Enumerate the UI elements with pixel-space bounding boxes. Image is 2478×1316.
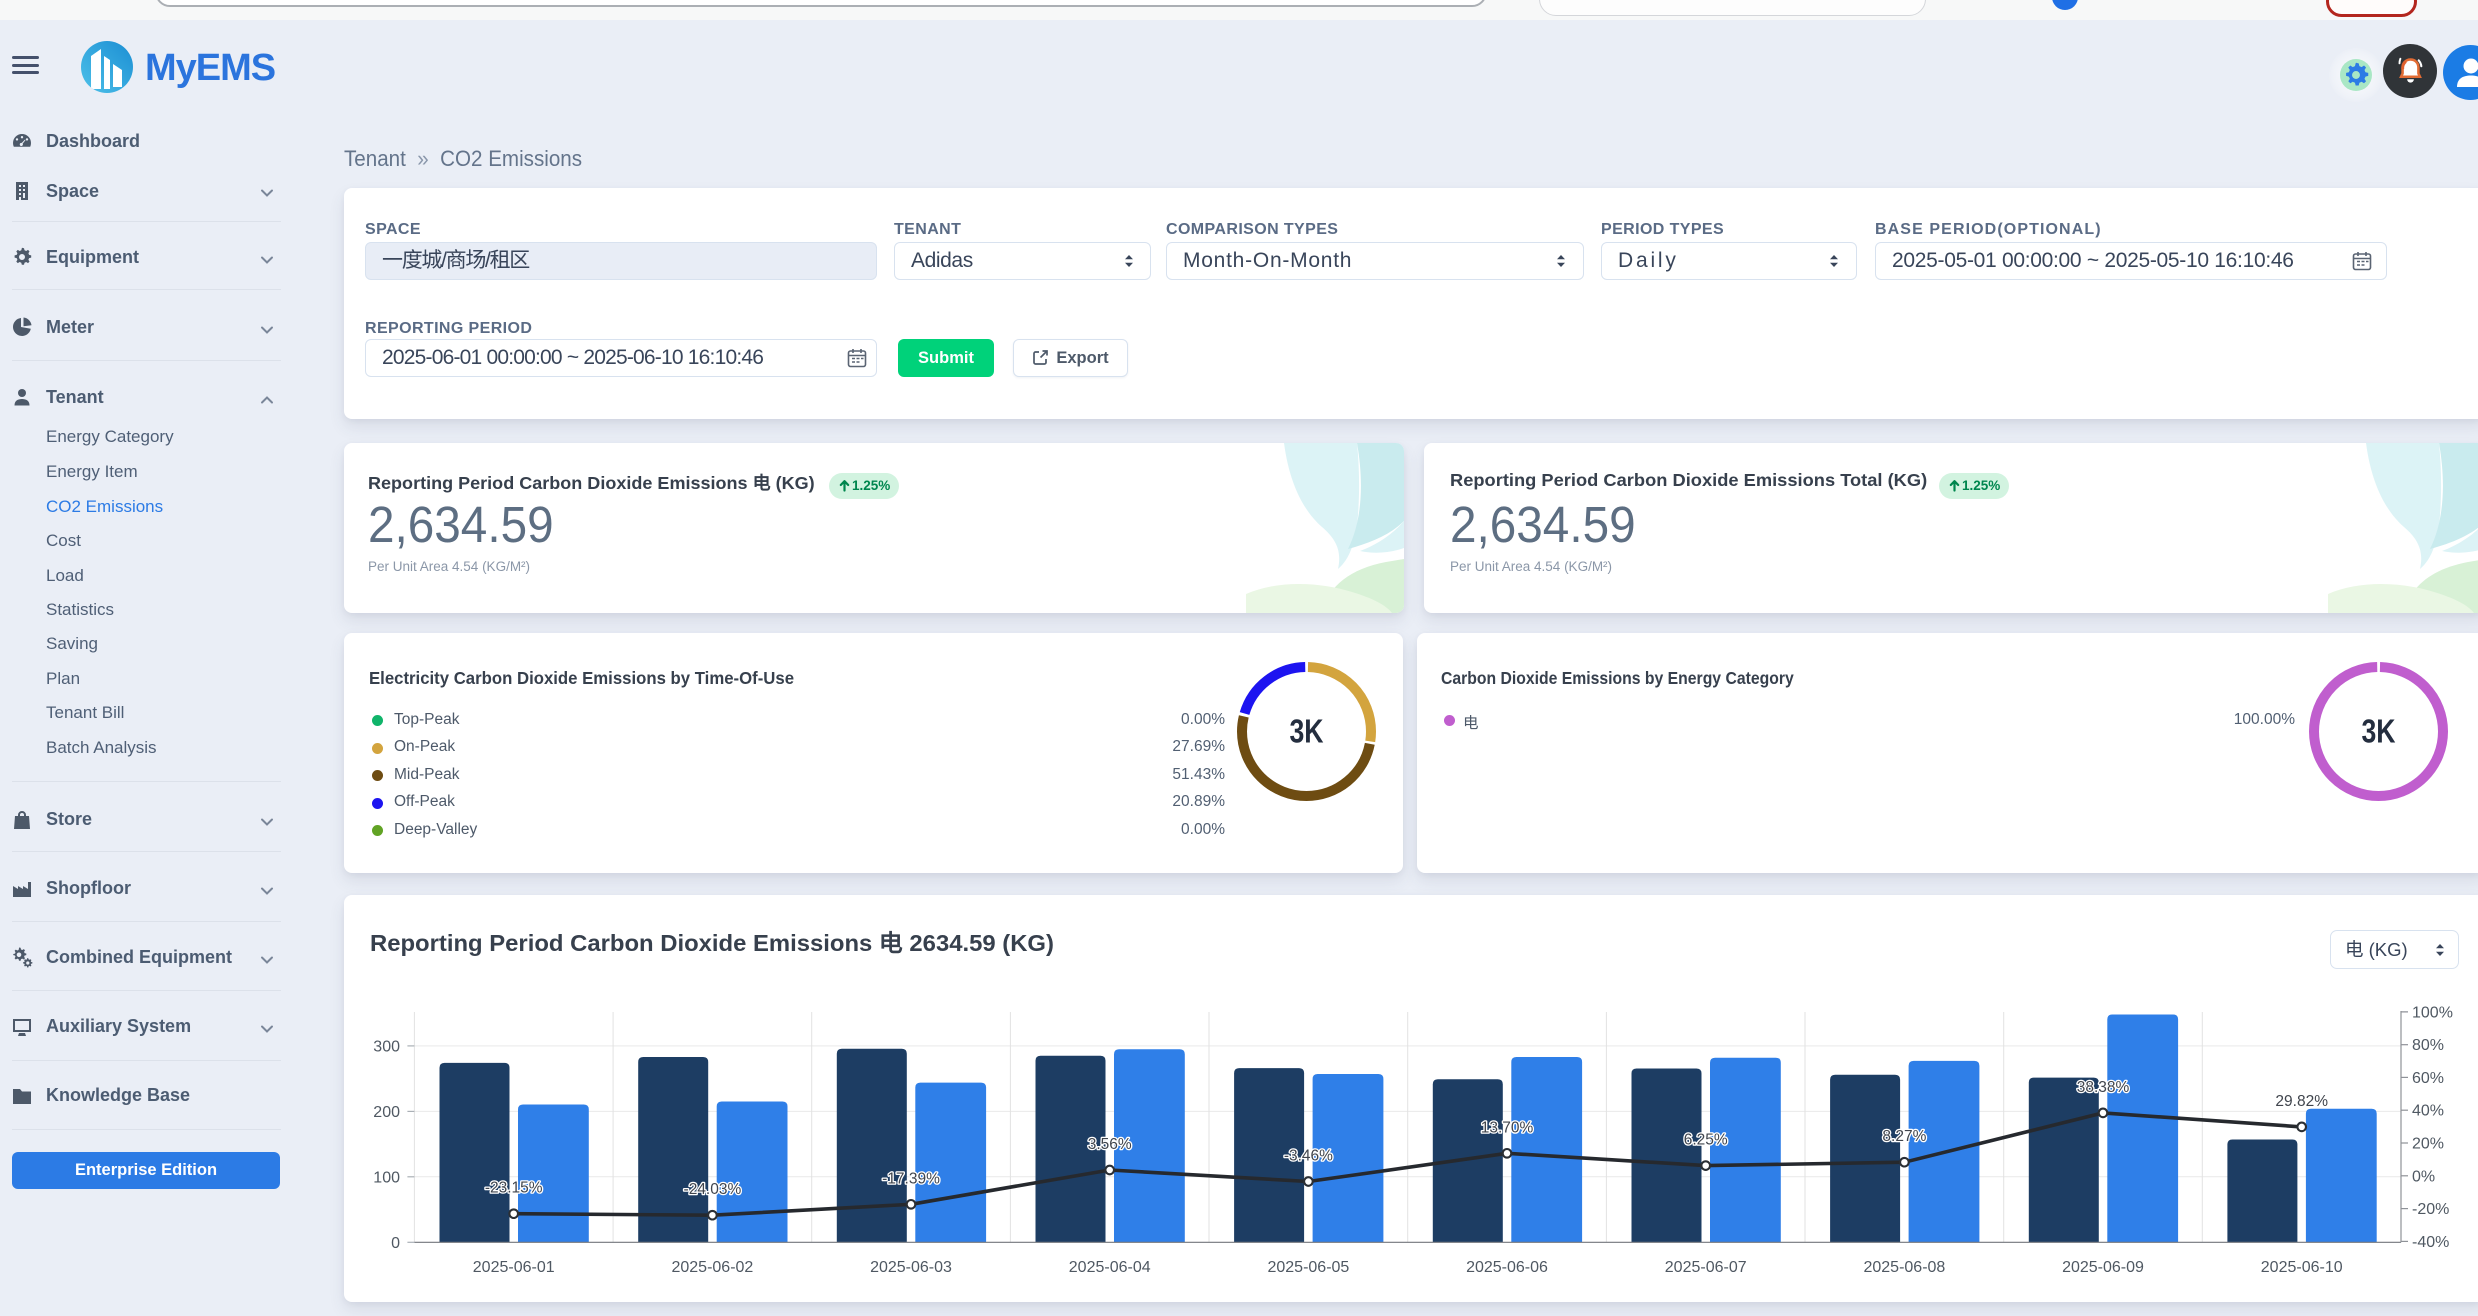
svg-text:80%: 80% [2412, 1037, 2444, 1054]
svg-text:40%: 40% [2412, 1103, 2444, 1120]
svg-text:8.27%: 8.27% [1882, 1128, 1926, 1145]
svg-text:200: 200 [373, 1104, 400, 1121]
svg-text:3K: 3K [1290, 713, 1324, 750]
svg-text:13.70%: 13.70% [1481, 1119, 1534, 1136]
svg-text:100: 100 [373, 1169, 400, 1186]
svg-text:2025-06-04: 2025-06-04 [1069, 1259, 1151, 1276]
svg-text:2025-06-06: 2025-06-06 [1466, 1259, 1548, 1276]
svg-text:-3.46%: -3.46% [1284, 1148, 1333, 1165]
svg-text:38.38%: 38.38% [2077, 1079, 2130, 1096]
svg-text:2025-06-10: 2025-06-10 [2261, 1259, 2343, 1276]
svg-text:2025-06-02: 2025-06-02 [671, 1259, 753, 1276]
svg-text:300: 300 [373, 1038, 400, 1055]
svg-text:2025-06-01: 2025-06-01 [473, 1259, 555, 1276]
svg-text:3.56%: 3.56% [1088, 1136, 1132, 1153]
svg-text:3K: 3K [2362, 713, 2396, 750]
svg-text:29.82%: 29.82% [2275, 1093, 2328, 1110]
svg-text:-23.15%: -23.15% [485, 1180, 543, 1197]
svg-text:-24.03%: -24.03% [684, 1181, 742, 1198]
svg-text:2025-06-07: 2025-06-07 [1665, 1259, 1747, 1276]
svg-text:2025-06-05: 2025-06-05 [1267, 1259, 1349, 1276]
svg-text:-20%: -20% [2412, 1201, 2449, 1218]
svg-text:100%: 100% [2412, 1004, 2453, 1021]
svg-text:2025-06-03: 2025-06-03 [870, 1259, 952, 1276]
svg-text:-17.39%: -17.39% [882, 1170, 940, 1187]
svg-text:20%: 20% [2412, 1136, 2444, 1153]
svg-text:2025-06-08: 2025-06-08 [1863, 1259, 1945, 1276]
svg-text:0: 0 [391, 1235, 400, 1252]
svg-text:-40%: -40% [2412, 1234, 2449, 1251]
svg-text:0%: 0% [2412, 1168, 2435, 1185]
svg-text:60%: 60% [2412, 1070, 2444, 1087]
svg-text:6.25%: 6.25% [1684, 1132, 1728, 1149]
svg-text:2025-06-09: 2025-06-09 [2062, 1259, 2144, 1276]
